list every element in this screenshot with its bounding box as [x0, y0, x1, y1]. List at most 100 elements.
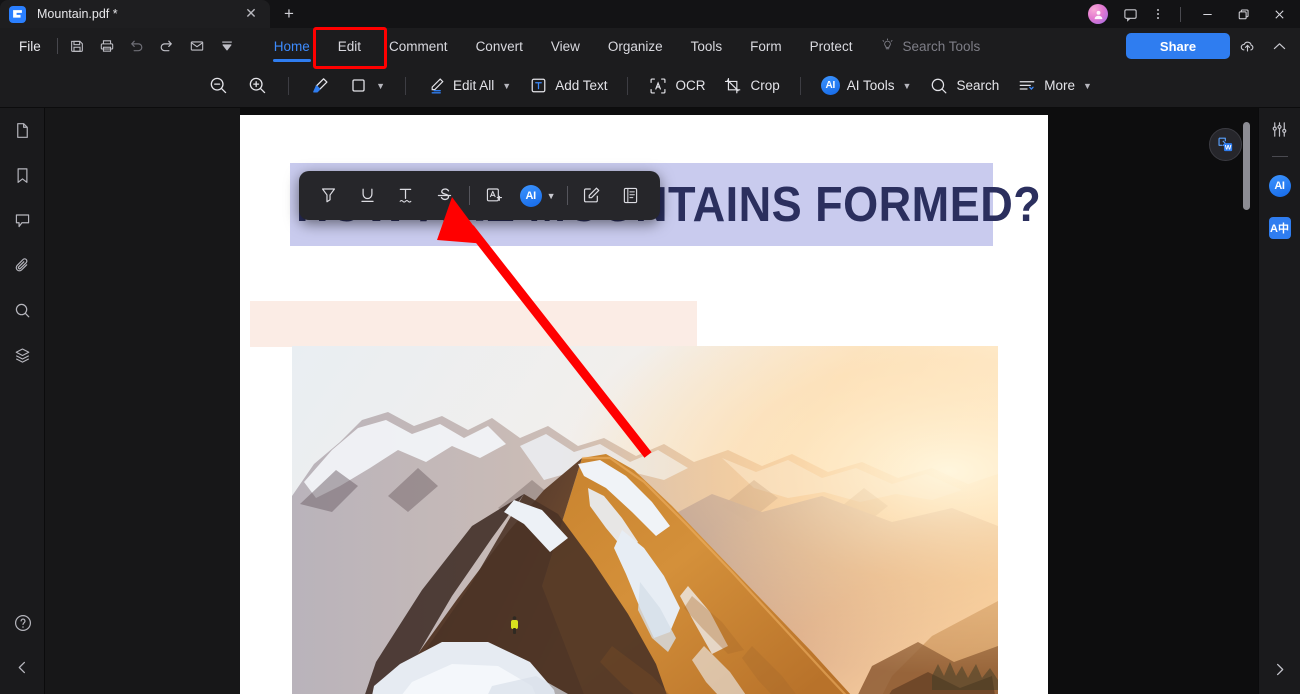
- ai-panel-button[interactable]: AI: [1259, 165, 1300, 207]
- chevron-down-icon: ▼: [546, 190, 556, 201]
- sidebar-item-attachments[interactable]: [0, 243, 45, 288]
- three-dots-icon[interactable]: [1145, 1, 1171, 27]
- menu-bar-right: Share: [1126, 28, 1294, 64]
- feedback-icon[interactable]: [1117, 1, 1143, 27]
- menu-item-label: Home: [273, 38, 310, 54]
- add-text-button[interactable]: Add Text: [520, 72, 616, 99]
- left-panel-area: [45, 108, 240, 694]
- close-icon[interactable]: [1262, 0, 1296, 28]
- highlighter-tool-button[interactable]: [300, 71, 340, 101]
- lightbulb-icon: [880, 37, 895, 55]
- pdf-editor-window: Mountain.pdf * ✕ + File Home Edit Commen…: [0, 0, 1300, 694]
- close-tab-icon[interactable]: ✕: [242, 5, 260, 23]
- search-button[interactable]: Search: [920, 72, 1008, 100]
- divider: [799, 76, 801, 95]
- sidebar-item-thumbnails[interactable]: [0, 108, 45, 153]
- tool-label: Add Text: [555, 78, 608, 93]
- window-controls: [1088, 0, 1300, 28]
- divider: [468, 186, 470, 205]
- shape-tool-button[interactable]: ▼: [340, 72, 394, 99]
- document-tab[interactable]: Mountain.pdf * ✕: [0, 0, 270, 28]
- minimize-icon[interactable]: [1190, 0, 1224, 28]
- translate-icon[interactable]: [475, 176, 514, 216]
- tool-label: Search: [956, 78, 1000, 93]
- highlight-icon[interactable]: [309, 176, 348, 216]
- sidebar-item-layers[interactable]: [0, 333, 45, 378]
- menu-item-protect[interactable]: Protect: [796, 35, 867, 58]
- email-icon[interactable]: [182, 32, 212, 60]
- crop-button[interactable]: Crop: [714, 72, 788, 100]
- search-tools-label: Search Tools: [902, 38, 981, 54]
- convert-to-word-button[interactable]: W: [1209, 128, 1242, 161]
- redo-icon[interactable]: [152, 32, 182, 60]
- ai-tools-button[interactable]: AI AI Tools ▼: [812, 72, 921, 99]
- menu-items: Home Edit Comment Convert View Organize …: [260, 35, 867, 62]
- tool-label: More: [1044, 78, 1075, 93]
- sidebar-item-search[interactable]: [0, 288, 45, 333]
- squiggly-underline-icon[interactable]: [386, 176, 425, 216]
- collapse-ribbon-icon[interactable]: [1264, 31, 1294, 61]
- divider: [404, 76, 406, 95]
- svg-text:W: W: [1225, 144, 1232, 151]
- divider: [1180, 6, 1181, 22]
- ai-button[interactable]: AI ▼: [514, 176, 562, 216]
- quick-tools-chevron-down-icon[interactable]: [212, 32, 242, 60]
- tool-label: Edit All: [452, 78, 495, 93]
- file-menu-button[interactable]: File: [7, 39, 53, 54]
- save-icon[interactable]: [62, 32, 92, 60]
- sidebar-item-comments[interactable]: [0, 198, 45, 243]
- share-button[interactable]: Share: [1126, 33, 1230, 59]
- print-icon[interactable]: [92, 32, 122, 60]
- ai-badge-icon: AI: [1268, 175, 1291, 197]
- ocr-button[interactable]: OCR: [639, 72, 714, 100]
- chevron-down-icon: ▼: [502, 80, 512, 91]
- menu-item-form[interactable]: Form: [736, 35, 796, 58]
- sidebar-item-bookmarks[interactable]: [0, 153, 45, 198]
- menu-item-tools[interactable]: Tools: [677, 35, 737, 58]
- zoom-in-button[interactable]: [238, 71, 277, 100]
- help-circle-icon[interactable]: [0, 600, 45, 645]
- document-scrollbar-track[interactable]: [1243, 115, 1254, 694]
- menu-item-organize[interactable]: Organize: [594, 35, 677, 58]
- properties-panel-button[interactable]: [1259, 108, 1300, 150]
- expand-right-panel-chevron-right-icon[interactable]: [1259, 648, 1300, 690]
- document-scrollbar-thumb[interactable]: [1243, 122, 1250, 210]
- divider: [56, 38, 58, 54]
- note-edit-icon[interactable]: [573, 176, 612, 216]
- zoom-out-button[interactable]: [199, 71, 238, 100]
- tab-title: Mountain.pdf *: [37, 7, 118, 21]
- cloud-upload-icon[interactable]: [1232, 31, 1262, 61]
- translate-panel-button[interactable]: A中: [1259, 207, 1300, 249]
- divider: [288, 76, 290, 95]
- edit-all-button[interactable]: Edit All ▼: [417, 72, 520, 100]
- divider: [1271, 156, 1288, 157]
- right-sidebar-rail: AI A中: [1258, 108, 1300, 694]
- divider: [627, 76, 629, 95]
- search-tools-entry[interactable]: Search Tools: [880, 37, 980, 55]
- home-toolbar: ▼ Edit All ▼ Add Text OCR Crop AI AI Too…: [0, 64, 1300, 108]
- more-button[interactable]: More ▼: [1008, 72, 1101, 100]
- underline-icon[interactable]: [348, 176, 387, 216]
- mountain-photo[interactable]: [292, 346, 998, 694]
- ai-badge-icon: AI: [820, 76, 840, 95]
- maximize-icon[interactable]: [1226, 0, 1260, 28]
- strikethrough-icon[interactable]: [425, 176, 464, 216]
- text-selection-popup-toolbar[interactable]: AI ▼: [299, 171, 660, 220]
- menu-item-edit[interactable]: Edit: [324, 35, 375, 58]
- chevron-down-icon: ▼: [376, 80, 385, 91]
- text-panel-icon[interactable]: [611, 176, 650, 216]
- menu-item-comment[interactable]: Comment: [375, 35, 462, 58]
- translate-icon: A中: [1268, 217, 1291, 239]
- menu-item-view[interactable]: View: [537, 35, 594, 58]
- tool-label: AI Tools: [846, 78, 895, 93]
- tool-label: OCR: [675, 78, 706, 93]
- menu-item-home[interactable]: Home: [260, 35, 324, 62]
- chevron-down-icon: ▼: [1083, 80, 1092, 91]
- menu-item-convert[interactable]: Convert: [462, 35, 537, 58]
- user-avatar[interactable]: [1088, 4, 1108, 24]
- undo-icon[interactable]: [122, 32, 152, 60]
- new-tab-icon[interactable]: +: [276, 1, 302, 27]
- title-bar: Mountain.pdf * ✕ +: [0, 0, 1300, 28]
- collapse-left-panel-chevron-left-icon[interactable]: [0, 645, 45, 690]
- left-sidebar-rail: [0, 108, 45, 694]
